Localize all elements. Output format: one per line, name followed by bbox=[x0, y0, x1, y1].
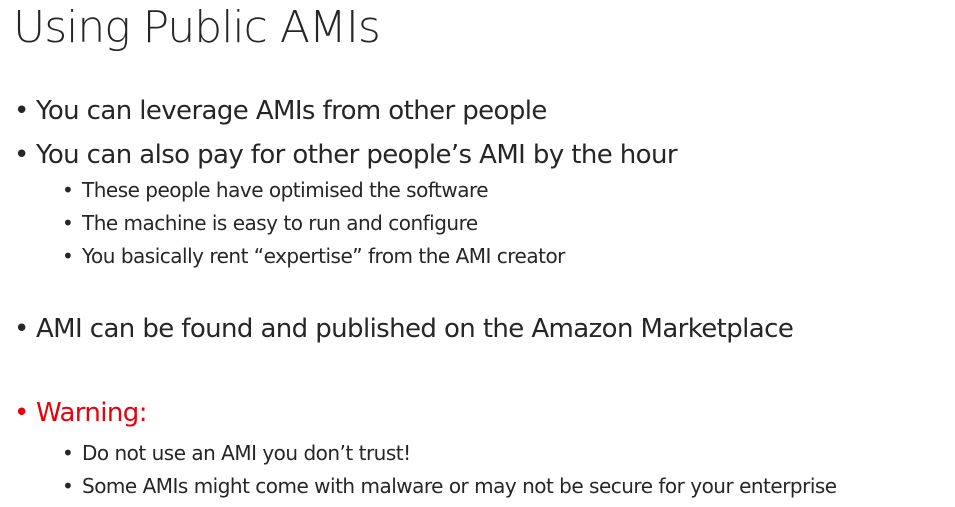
bullet-text: You can leverage AMIs from other people bbox=[36, 96, 547, 126]
sub-bullet-item: • The machine is easy to run and configu… bbox=[62, 211, 478, 235]
bullet-item: • You can leverage AMIs from other peopl… bbox=[14, 96, 547, 126]
bullet-text: The machine is easy to run and configure bbox=[82, 211, 478, 235]
bullet-text: Some AMIs might come with malware or may… bbox=[82, 474, 837, 498]
bullet-item: • AMI can be found and published on the … bbox=[14, 314, 794, 344]
bullet-text: You basically rent “expertise” from the … bbox=[82, 244, 565, 268]
bullet-text: These people have optimised the software bbox=[82, 178, 489, 202]
sub-bullet-item: • These people have optimised the softwa… bbox=[62, 178, 489, 202]
warning-bullet: • Warning: bbox=[14, 398, 147, 428]
slide: Using Public AMIs • You can leverage AMI… bbox=[0, 0, 955, 507]
warning-label: Warning: bbox=[36, 398, 147, 428]
slide-title: Using Public AMIs bbox=[13, 2, 381, 53]
bullet-text: You can also pay for other people’s AMI … bbox=[36, 140, 678, 170]
bullet-text: AMI can be found and published on the Am… bbox=[36, 314, 794, 344]
bullet-item: • You can also pay for other people’s AM… bbox=[14, 140, 678, 170]
sub-bullet-item: • Do not use an AMI you don’t trust! bbox=[62, 441, 411, 465]
sub-bullet-item: • Some AMIs might come with malware or m… bbox=[62, 474, 837, 498]
sub-bullet-item: • You basically rent “expertise” from th… bbox=[62, 244, 565, 268]
bullet-text: Do not use an AMI you don’t trust! bbox=[82, 441, 411, 465]
